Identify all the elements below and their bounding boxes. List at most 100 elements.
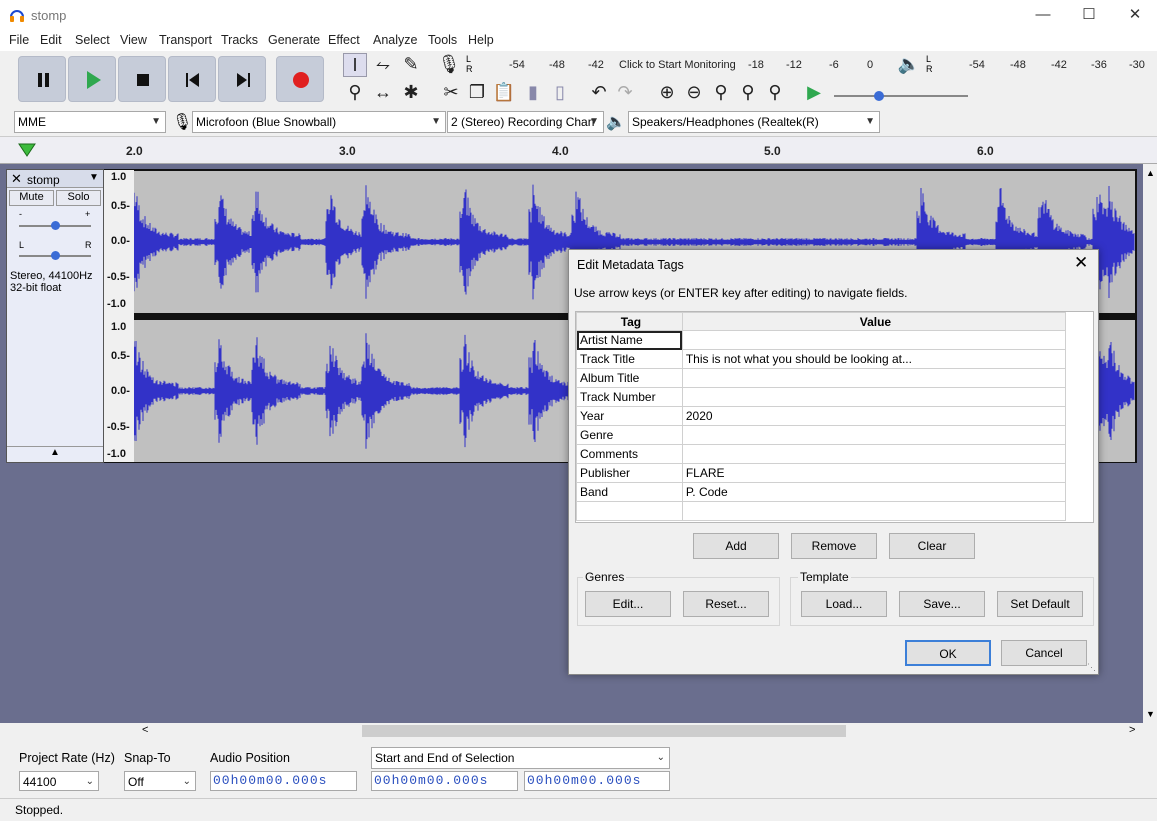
channels-select[interactable]: 2 (Stereo) Recording Chan ▼: [447, 111, 604, 133]
tag-cell[interactable]: Band: [576, 482, 683, 502]
slider-thumb[interactable]: [51, 251, 60, 260]
value-cell[interactable]: [681, 425, 1067, 445]
scroll-thumb[interactable]: [362, 725, 846, 737]
maximize-button[interactable]: ☐: [1066, 0, 1112, 31]
input-device-select[interactable]: Microfoon (Blue Snowball) ▼: [192, 111, 446, 133]
fit-project-icon[interactable]: ⚲: [736, 81, 760, 105]
record-meter[interactable]: -54 -48 -42 Click to Start Monitoring -1…: [478, 51, 878, 75]
tag-cell[interactable]: Comments: [576, 444, 683, 464]
menu-tools[interactable]: Tools: [428, 33, 457, 47]
value-cell[interactable]: [681, 387, 1067, 407]
tag-cell[interactable]: Genre: [576, 425, 683, 445]
collapse-track-icon[interactable]: ▲: [7, 446, 103, 462]
zoom-toggle-icon[interactable]: ⚲: [763, 81, 787, 105]
value-cell[interactable]: [681, 330, 1067, 350]
undo-icon[interactable]: ↶: [587, 81, 611, 105]
value-cell[interactable]: [681, 368, 1067, 388]
skip-to-start-button[interactable]: [168, 56, 216, 102]
tag-cell[interactable]: Track Title: [576, 349, 683, 369]
microphone-icon[interactable]: 🎙: [437, 53, 461, 77]
time-shift-tool-icon[interactable]: ↔: [371, 81, 395, 105]
selection-end-field[interactable]: 00h00m00.000s: [524, 771, 670, 791]
envelope-tool-icon[interactable]: ⥊: [371, 53, 395, 77]
selection-mode-select[interactable]: Start and End of Selection ⌄: [371, 747, 670, 769]
clear-button[interactable]: Clear: [889, 533, 975, 559]
zoom-tool-icon[interactable]: ⚲: [343, 81, 367, 105]
template-save-button[interactable]: Save...: [899, 591, 985, 617]
silence-audio-icon[interactable]: ▯: [548, 81, 572, 105]
tag-cell[interactable]: [576, 501, 683, 521]
skip-to-end-button[interactable]: [218, 56, 266, 102]
menu-file[interactable]: File: [9, 33, 29, 47]
value-cell[interactable]: P. Code: [681, 482, 1067, 502]
value-cell[interactable]: FLARE: [681, 463, 1067, 483]
stop-button[interactable]: [118, 56, 166, 102]
fit-selection-icon[interactable]: ⚲: [709, 81, 733, 105]
menu-analyze[interactable]: Analyze: [373, 33, 417, 47]
close-window-button[interactable]: ✕: [1112, 0, 1157, 31]
resize-grip-icon[interactable]: ⋱: [1087, 662, 1096, 673]
copy-icon[interactable]: ❐: [465, 81, 489, 105]
play-head-icon[interactable]: [16, 141, 38, 159]
project-rate-select[interactable]: 44100 ⌄: [19, 771, 99, 791]
menu-edit[interactable]: Edit: [40, 33, 62, 47]
host-select[interactable]: MME ▼: [14, 111, 166, 133]
speaker-icon[interactable]: 🔈: [897, 53, 921, 77]
tag-cell[interactable]: Track Number: [576, 387, 683, 407]
multi-tool-icon[interactable]: ✱: [399, 81, 423, 105]
dialog-close-icon[interactable]: ✕: [1074, 253, 1088, 273]
menu-transport[interactable]: Transport: [159, 33, 212, 47]
tag-cell[interactable]: Album Title: [576, 368, 683, 388]
slider-thumb[interactable]: [874, 91, 884, 101]
trim-audio-icon[interactable]: ▮: [521, 81, 545, 105]
play-at-speed-icon[interactable]: ▶: [802, 81, 826, 105]
slider-thumb[interactable]: [51, 221, 60, 230]
start-monitoring-label[interactable]: Click to Start Monitoring: [619, 59, 736, 71]
menu-tracks[interactable]: Tracks: [221, 33, 258, 47]
template-load-button[interactable]: Load...: [801, 591, 887, 617]
solo-button[interactable]: Solo: [56, 190, 101, 206]
mute-button[interactable]: Mute: [9, 190, 54, 206]
genres-reset-button[interactable]: Reset...: [683, 591, 769, 617]
scroll-left-icon[interactable]: <: [142, 724, 148, 736]
pan-slider[interactable]: [19, 251, 91, 260]
menu-generate[interactable]: Generate: [268, 33, 320, 47]
value-cell[interactable]: [681, 444, 1067, 464]
play-button[interactable]: [68, 56, 116, 102]
cancel-button[interactable]: Cancel: [1001, 640, 1087, 666]
audio-position-field[interactable]: 00h00m00.000s: [210, 771, 357, 791]
menu-help[interactable]: Help: [468, 33, 494, 47]
chevron-down-icon[interactable]: ▼: [89, 172, 99, 183]
vertical-scrollbar[interactable]: ▲ ▼: [1143, 164, 1157, 723]
scroll-down-icon[interactable]: ▼: [1146, 709, 1155, 719]
gain-slider[interactable]: [19, 221, 91, 230]
scroll-up-icon[interactable]: ▲: [1146, 168, 1155, 178]
cut-icon[interactable]: ✂: [439, 81, 463, 105]
play-speed-slider[interactable]: [834, 91, 968, 101]
value-cell[interactable]: This is not what you should be looking a…: [681, 349, 1067, 369]
menu-view[interactable]: View: [120, 33, 147, 47]
pause-button[interactable]: [18, 56, 66, 102]
tags-table[interactable]: Tag Value Artist Name Track Title This is …: [576, 312, 1067, 521]
snap-to-select[interactable]: Off ⌄: [124, 771, 196, 791]
record-button[interactable]: [276, 56, 324, 102]
minimize-button[interactable]: —: [1020, 0, 1066, 31]
ok-button[interactable]: OK: [905, 640, 991, 666]
track-name-menu[interactable]: stomp: [27, 173, 60, 187]
draw-tool-icon[interactable]: ✎: [399, 53, 423, 77]
selection-tool-icon[interactable]: I: [343, 53, 367, 77]
menu-select[interactable]: Select: [75, 33, 110, 47]
paste-icon[interactable]: 📋: [492, 81, 516, 105]
zoom-in-icon[interactable]: ⊕: [655, 81, 679, 105]
redo-icon[interactable]: ↷: [613, 81, 637, 105]
add-button[interactable]: Add: [693, 533, 779, 559]
remove-button[interactable]: Remove: [791, 533, 877, 559]
menu-effect[interactable]: Effect: [328, 33, 360, 47]
tag-cell[interactable]: Artist Name: [576, 330, 683, 350]
set-default-button[interactable]: Set Default: [997, 591, 1083, 617]
zoom-out-icon[interactable]: ⊖: [682, 81, 706, 105]
output-device-select[interactable]: Speakers/Headphones (Realtek(R) ▼: [628, 111, 880, 133]
selection-start-field[interactable]: 00h00m00.000s: [371, 771, 518, 791]
playback-meter[interactable]: -54 -48 -42 -36 -30: [940, 51, 1150, 75]
tag-cell[interactable]: Publisher: [576, 463, 683, 483]
